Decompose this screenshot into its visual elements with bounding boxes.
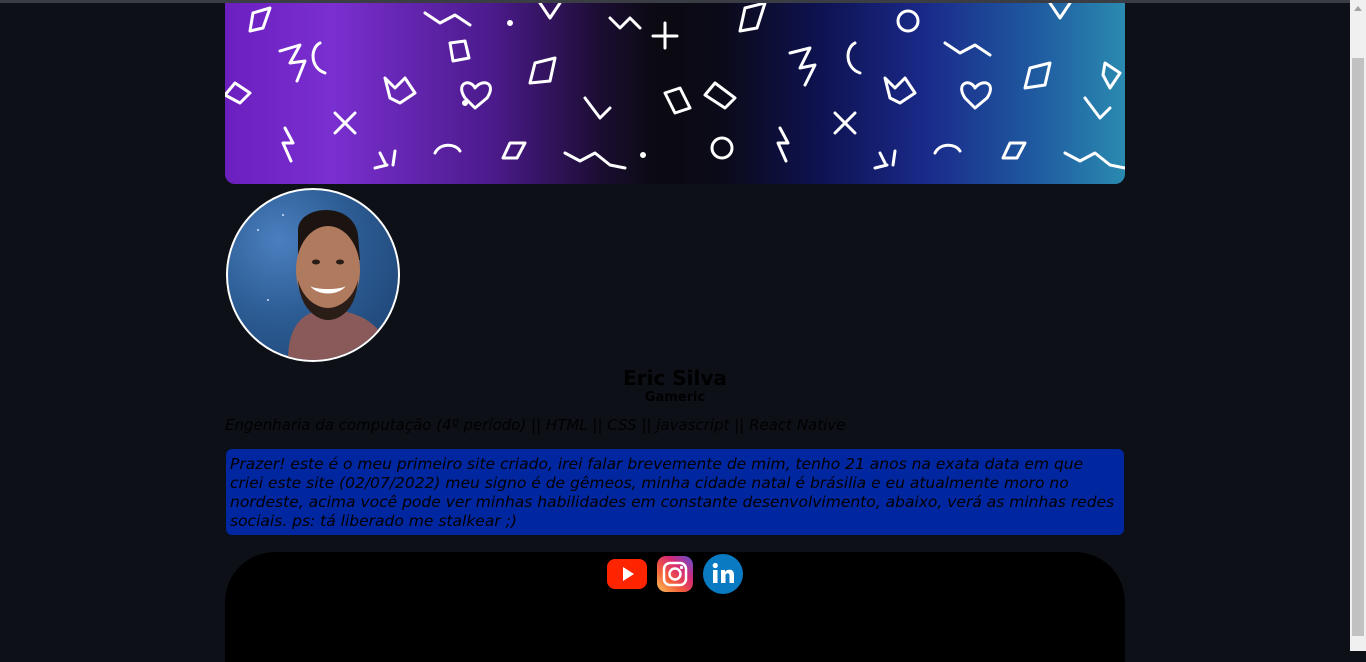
- linkedin-icon: [703, 554, 743, 598]
- profile-name: Eric Silva: [623, 366, 727, 390]
- social-links: [225, 554, 1125, 598]
- linkedin-link[interactable]: [703, 554, 743, 598]
- banner-image: [225, 3, 1125, 184]
- about-text: Prazer! este é o meu primeiro site criad…: [226, 449, 1124, 535]
- social-section: [225, 552, 1125, 662]
- avatar: [226, 188, 400, 362]
- profile-page: Eric Silva Gameric Engenharia da computa…: [225, 3, 1125, 662]
- vertical-scrollbar[interactable]: [1350, 0, 1366, 651]
- youtube-link[interactable]: [607, 556, 647, 596]
- profile-skills: Engenharia da computação (4º período) ||…: [225, 416, 846, 434]
- scroll-up-arrow-icon[interactable]: [1350, 0, 1366, 16]
- profile-nickname: Gameric: [644, 390, 706, 405]
- youtube-icon: [607, 559, 647, 593]
- instagram-link[interactable]: [655, 556, 695, 596]
- scroll-thumb[interactable]: [1352, 58, 1364, 636]
- instagram-icon: [657, 556, 693, 596]
